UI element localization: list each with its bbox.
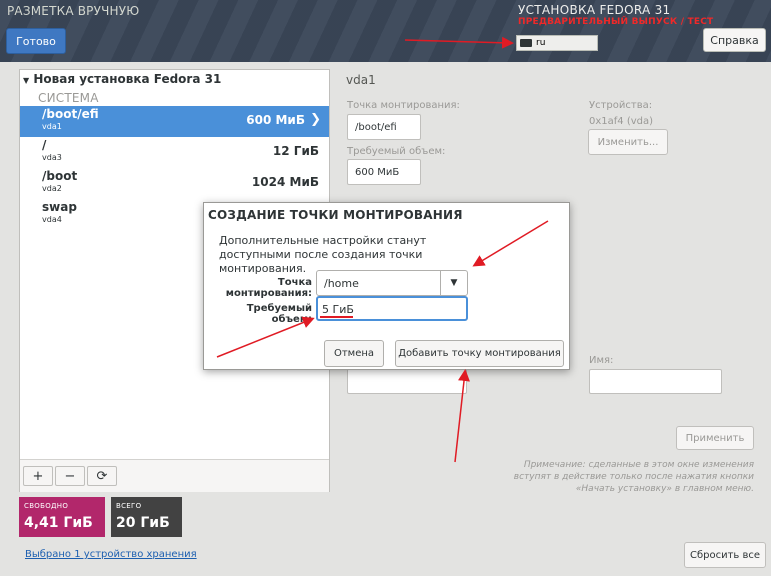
mount-point-name: /boot [42,169,78,183]
mount-point-device: vda1 [42,122,62,131]
refresh-button[interactable]: ⟳ [87,466,117,486]
capacity-entry[interactable]: 5 ГиБ [316,296,468,321]
dialog-title: СОЗДАНИЕ ТОЧКИ МОНТИРОВАНИЯ [208,208,463,222]
expander-icon: ▼ [23,76,30,85]
free-space-box: СВОБОДНО 4,41 ГиБ [19,497,105,537]
reset-all-button[interactable]: Сбросить все [684,542,766,568]
spoke-title: РАЗМЕТКА ВРУЧНУЮ [7,4,140,18]
free-space-value: 4,41 ГиБ [24,515,93,531]
mount-point-toolbar: + − ⟳ [20,459,329,492]
add-mount-point-button-dialog[interactable]: Добавить точку монтирования [395,340,564,367]
installation-tree-title[interactable]: ▼ Новая установка Fedora 31 [23,72,221,86]
prerelease-warning: ПРЕДВАРИТЕЛЬНЫЙ ВЫПУСК / ТЕСТ [518,17,714,27]
keyboard-layout-indicator[interactable]: ru [516,35,598,51]
mount-point-combo[interactable]: /home ▼ [316,270,468,296]
mount-point-row[interactable]: / vda3 12 ГиБ [20,137,329,168]
dialog-mount-point-label: Точка монтирования: [225,277,312,299]
minus-icon: − [64,468,76,484]
label-field[interactable] [347,369,467,394]
help-button[interactable]: Справка [703,28,766,52]
done-button[interactable]: Готово [6,28,66,54]
system-group-label: СИСТЕМА [38,91,99,105]
total-space-value: 20 ГиБ [116,515,170,531]
dropdown-arrow-icon[interactable]: ▼ [440,271,467,295]
capacity-entry-text: 5 ГиБ [322,303,354,316]
changes-note: Примечание: сделанные в этом окне измене… [513,460,754,494]
plus-icon: + [32,468,44,484]
mount-point-device: vda3 [42,153,62,162]
mount-point-size: 1024 МиБ [251,175,319,189]
chevron-right-icon: ❯ [310,112,321,127]
devices-label: Устройства: [589,100,653,111]
mount-point-name: swap [42,200,77,214]
mount-point-size: 600 МиБ [246,113,305,127]
install-title: УСТАНОВКА FEDORA 31 [518,3,671,17]
remove-mount-point-button[interactable]: − [55,466,85,486]
device-title: vda1 [346,73,376,87]
mount-point-row[interactable]: /boot vda2 1024 МиБ [20,168,329,199]
total-space-label: ВСЕГО [116,502,142,510]
mount-point-device: vda2 [42,184,62,193]
capacity-field[interactable]: 600 МиБ [347,159,421,185]
storage-devices-link[interactable]: Выбрано 1 устройство хранения [25,549,197,560]
change-devices-button[interactable]: Изменить... [588,129,668,155]
mount-point-name: /boot/efi [42,107,99,121]
name-label: Имя: [589,355,614,366]
capacity-label: Требуемый объем: [347,146,446,157]
mount-point-label: Точка монтирования: [347,100,460,111]
keyboard-layout-label: ru [536,38,546,48]
add-mount-point-button[interactable]: + [23,466,53,486]
mount-point-field[interactable]: /boot/efi [347,114,421,140]
devices-value: 0x1af4 (vda) [589,116,654,127]
keyboard-icon [520,39,532,47]
annotation-underline [320,316,353,318]
mount-point-entry[interactable]: /home [324,277,359,290]
mount-point-name: / [42,138,47,152]
mount-point-row[interactable]: /boot/efi vda1 600 МиБ ❯ [20,106,329,137]
refresh-icon: ⟳ [96,468,108,484]
apply-button[interactable]: Применить [676,426,754,450]
free-space-label: СВОБОДНО [24,502,69,510]
mount-point-device: vda4 [42,215,62,224]
mount-point-size: 12 ГиБ [272,144,319,158]
dialog-capacity-label: Требуемый объем: [246,303,312,325]
total-space-box: ВСЕГО 20 ГиБ [111,497,182,537]
name-field[interactable] [589,369,722,394]
cancel-button[interactable]: Отмена [324,340,384,367]
